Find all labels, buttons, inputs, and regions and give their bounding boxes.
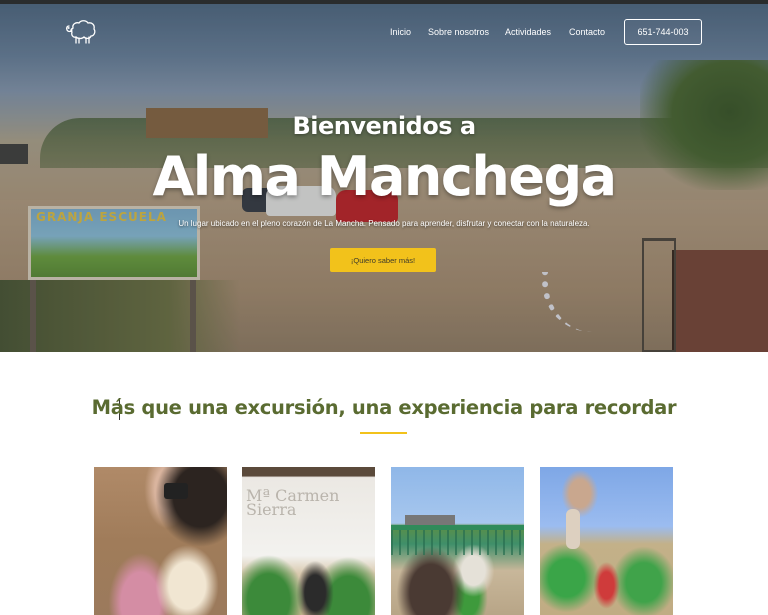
sheep-icon[interactable] — [64, 18, 98, 46]
nav-link-inicio[interactable]: Inicio — [390, 27, 411, 37]
section-title: Más que una excursión, una experiencia p… — [91, 396, 677, 419]
hero-description: Un lugar ubicado en el pleno corazón de … — [178, 219, 590, 228]
phone-button[interactable]: 651-744-003 — [624, 19, 702, 45]
nav-link-sobre-nosotros[interactable]: Sobre nosotros — [428, 27, 489, 37]
photo-fence — [391, 525, 524, 555]
photo-card-donkey-children[interactable] — [391, 467, 524, 615]
hero-title: Alma Manchega — [152, 145, 617, 208]
photo-card-girl-with-children[interactable] — [94, 467, 227, 615]
camera-in-photo — [164, 483, 188, 499]
photo-roof — [405, 515, 455, 525]
cta-button[interactable]: ¡Quiero saber más! — [330, 248, 436, 272]
wall-lettering: Mª Carmen Sierra — [246, 486, 340, 519]
photo-card-chicks-barn[interactable]: Mª Carmen Sierra — [242, 467, 375, 615]
nav-link-contacto[interactable]: Contacto — [569, 27, 605, 37]
hero-subtitle: Bienvenidos a — [292, 112, 476, 140]
sheep-icon-svg — [65, 20, 96, 44]
nav-link-actividades[interactable]: Actividades — [505, 27, 551, 37]
section-divider — [360, 432, 407, 434]
photo-card-group-in-field[interactable] — [540, 467, 673, 615]
photo-guide — [566, 509, 580, 549]
